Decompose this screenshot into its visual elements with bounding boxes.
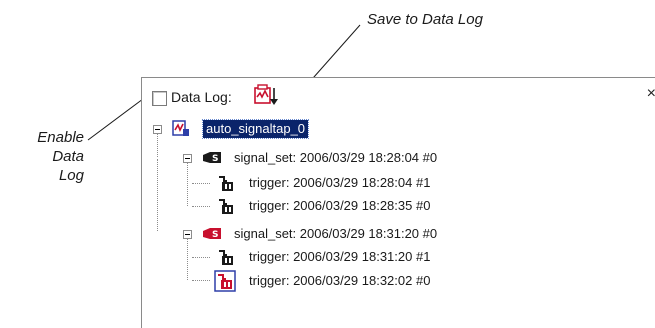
tree-node-trigger-label: trigger: 2006/03/29 18:32:02 #0 [249, 273, 431, 288]
signal-set-icon: S [203, 152, 221, 164]
svg-text:S: S [212, 154, 218, 164]
save-to-data-log-icon [254, 84, 278, 105]
data-log-toolbar: Data Log: × [142, 78, 655, 110]
tree-node-signal-set[interactable]: S signal_set: 2006/03/29 18:31:20 #0 [142, 225, 655, 243]
trigger-active-icon [214, 270, 236, 292]
tree-node-trigger-label: trigger: 2006/03/29 18:31:20 #1 [249, 249, 431, 264]
collapse-toggle[interactable] [183, 230, 192, 239]
trigger-icon [219, 199, 233, 214]
tree-node-signal-set-label: signal_set: 2006/03/29 18:28:04 #0 [234, 150, 438, 165]
enable-callout-line-1: Enable [37, 129, 84, 146]
save-to-data-log-button[interactable] [252, 82, 280, 108]
tree-connector [157, 159, 158, 231]
tree-node-signal-set[interactable]: S signal_set: 2006/03/29 18:28:04 #0 [142, 149, 655, 167]
trigger-icon [219, 176, 233, 191]
data-log-label: Data Log: [171, 89, 232, 105]
close-icon[interactable]: × [647, 85, 655, 103]
signal-set-active-icon: S [203, 228, 221, 240]
enable-data-log-checkbox[interactable] [152, 91, 167, 106]
tree-node-trigger-label: trigger: 2006/03/29 18:28:04 #1 [249, 175, 431, 190]
tree-node-root-label: auto_signaltap_0 [201, 119, 310, 139]
trigger-icon [219, 250, 233, 265]
svg-text:S: S [212, 230, 218, 240]
data-log-panel: Data Log: × auto_signaltap_0 S signal_se… [141, 77, 655, 328]
tree-node-trigger-label: trigger: 2006/03/29 18:28:35 #0 [249, 198, 431, 213]
tree-node-trigger[interactable]: trigger: 2006/03/29 18:28:04 #1 [142, 174, 655, 192]
data-log-tree: auto_signaltap_0 S signal_set: 2006/03/2… [142, 118, 655, 328]
collapse-toggle[interactable] [153, 125, 162, 134]
enable-callout-line-2: Data Log [52, 148, 84, 184]
tree-node-trigger[interactable]: trigger: 2006/03/29 18:28:35 #0 [142, 197, 655, 215]
enable-data-log-callout: Enable Data Log [28, 128, 84, 185]
tree-node-signal-set-label: signal_set: 2006/03/29 18:31:20 #0 [234, 226, 438, 241]
tree-node-trigger[interactable]: trigger: 2006/03/29 18:31:20 #1 [142, 248, 655, 266]
collapse-toggle[interactable] [183, 154, 192, 163]
tree-node-trigger[interactable]: trigger: 2006/03/29 18:32:02 #0 [142, 270, 655, 292]
save-to-data-log-callout: Save to Data Log [367, 11, 483, 28]
tree-node-root[interactable]: auto_signaltap_0 [142, 119, 655, 139]
signaltap-instance-icon [172, 120, 189, 136]
